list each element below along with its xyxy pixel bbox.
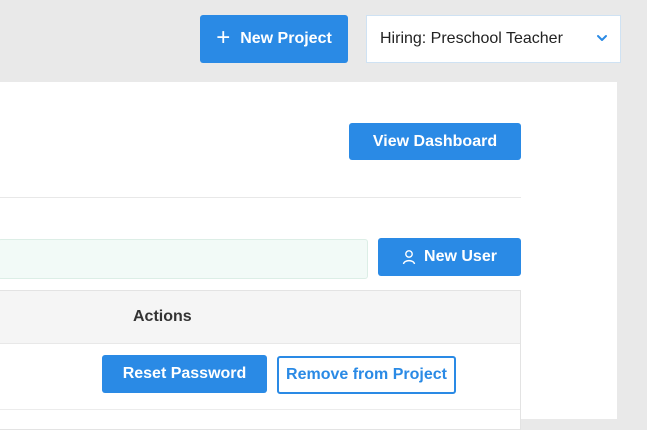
remove-from-project-label: Remove from Project	[286, 366, 447, 383]
chevron-down-icon	[597, 35, 607, 41]
new-user-button[interactable]: New User	[378, 238, 521, 276]
remove-from-project-button[interactable]: Remove from Project	[277, 356, 456, 394]
reset-password-button[interactable]: Reset Password	[102, 355, 267, 393]
user-search-input[interactable]	[0, 239, 368, 279]
table-header: Actions	[0, 291, 520, 344]
plus-icon: +	[216, 24, 231, 51]
section-divider	[0, 197, 521, 198]
reset-password-label: Reset Password	[122, 365, 247, 382]
user-icon	[402, 250, 416, 265]
new-project-label: New Project	[240, 30, 332, 47]
new-user-label: New User	[424, 248, 497, 265]
view-dashboard-button[interactable]: View Dashboard	[349, 123, 521, 160]
new-project-button[interactable]: + New Project	[200, 15, 348, 63]
panel-background	[521, 198, 617, 419]
column-header-actions: Actions	[133, 308, 192, 325]
project-select-value: Hiring: Preschool Teacher	[380, 30, 563, 47]
project-select[interactable]: Hiring: Preschool Teacher	[366, 15, 621, 63]
view-dashboard-label: View Dashboard	[372, 132, 498, 150]
